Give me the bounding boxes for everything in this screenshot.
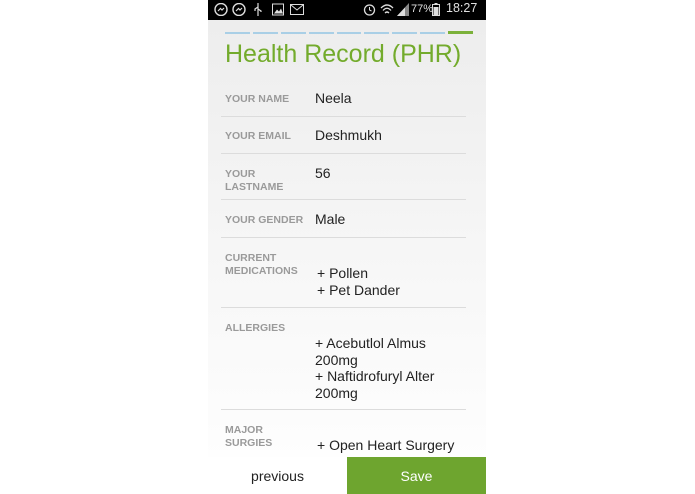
gmail-icon: [290, 4, 304, 15]
status-bar: 77% 18:27: [208, 0, 486, 20]
progress-step: [364, 32, 390, 34]
progress-step: [308, 32, 334, 34]
lastname-value[interactable]: 56: [315, 165, 331, 182]
progress-step: [280, 32, 306, 34]
phone-screen: 77% 18:27 Health Record (PHR) YOUR NAME …: [208, 0, 486, 494]
field-row-allergies: ALLERGIES + Acebutlol Almus 200mg + Naft…: [221, 308, 466, 410]
signal-icon: [397, 3, 409, 16]
battery-icon: [432, 3, 440, 16]
name-value[interactable]: Neela: [315, 90, 352, 107]
field-row-gender: YOUR GENDER Male: [221, 200, 466, 238]
progress-step: [420, 32, 446, 34]
field-label: CURRENT MEDICATIONS: [225, 252, 298, 277]
field-row-name: YOUR NAME Neela: [221, 80, 466, 117]
field-label: YOUR GENDER: [225, 214, 304, 226]
field-row-lastname: YOUR LASTNAME 56: [221, 154, 466, 200]
progress-step: [225, 32, 250, 34]
wifi-icon: [380, 4, 394, 14]
medications-value[interactable]: + Pollen + Pet Dander: [317, 265, 400, 298]
field-label: YOUR NAME: [225, 93, 290, 105]
battery-percent: 77%: [411, 3, 434, 15]
allergies-value[interactable]: + Acebutlol Almus 200mg + Naftidrofuryl …: [315, 335, 465, 401]
email-value[interactable]: Deshmukh: [315, 127, 382, 144]
surgeries-value[interactable]: + Open Heart Surgery: [317, 437, 454, 454]
messenger-icon: [232, 3, 246, 16]
progress-step: [252, 32, 278, 34]
clock: 18:27: [446, 1, 478, 15]
step-progress-bar: [225, 31, 473, 35]
usb-icon: [254, 3, 262, 16]
page-title: Health Record (PHR): [225, 40, 462, 68]
field-label: ALLERGIES: [225, 322, 286, 334]
image-icon: [272, 3, 284, 16]
field-label: YOUR EMAIL: [225, 130, 291, 142]
gender-value[interactable]: Male: [315, 211, 345, 228]
field-row-medications: CURRENT MEDICATIONS + Pollen + Pet Dande…: [221, 238, 466, 308]
previous-button[interactable]: previous: [208, 457, 347, 494]
progress-step: [392, 32, 418, 34]
field-label: YOUR LASTNAME: [225, 168, 284, 193]
progress-step: [448, 31, 473, 34]
save-button[interactable]: Save: [347, 457, 486, 494]
alarm-icon: [363, 4, 376, 16]
field-row-email: YOUR EMAIL Deshmukh: [221, 117, 466, 154]
progress-step: [336, 32, 362, 34]
field-label: MAJOR SURGIES: [225, 424, 273, 449]
messenger-icon: [214, 3, 228, 16]
